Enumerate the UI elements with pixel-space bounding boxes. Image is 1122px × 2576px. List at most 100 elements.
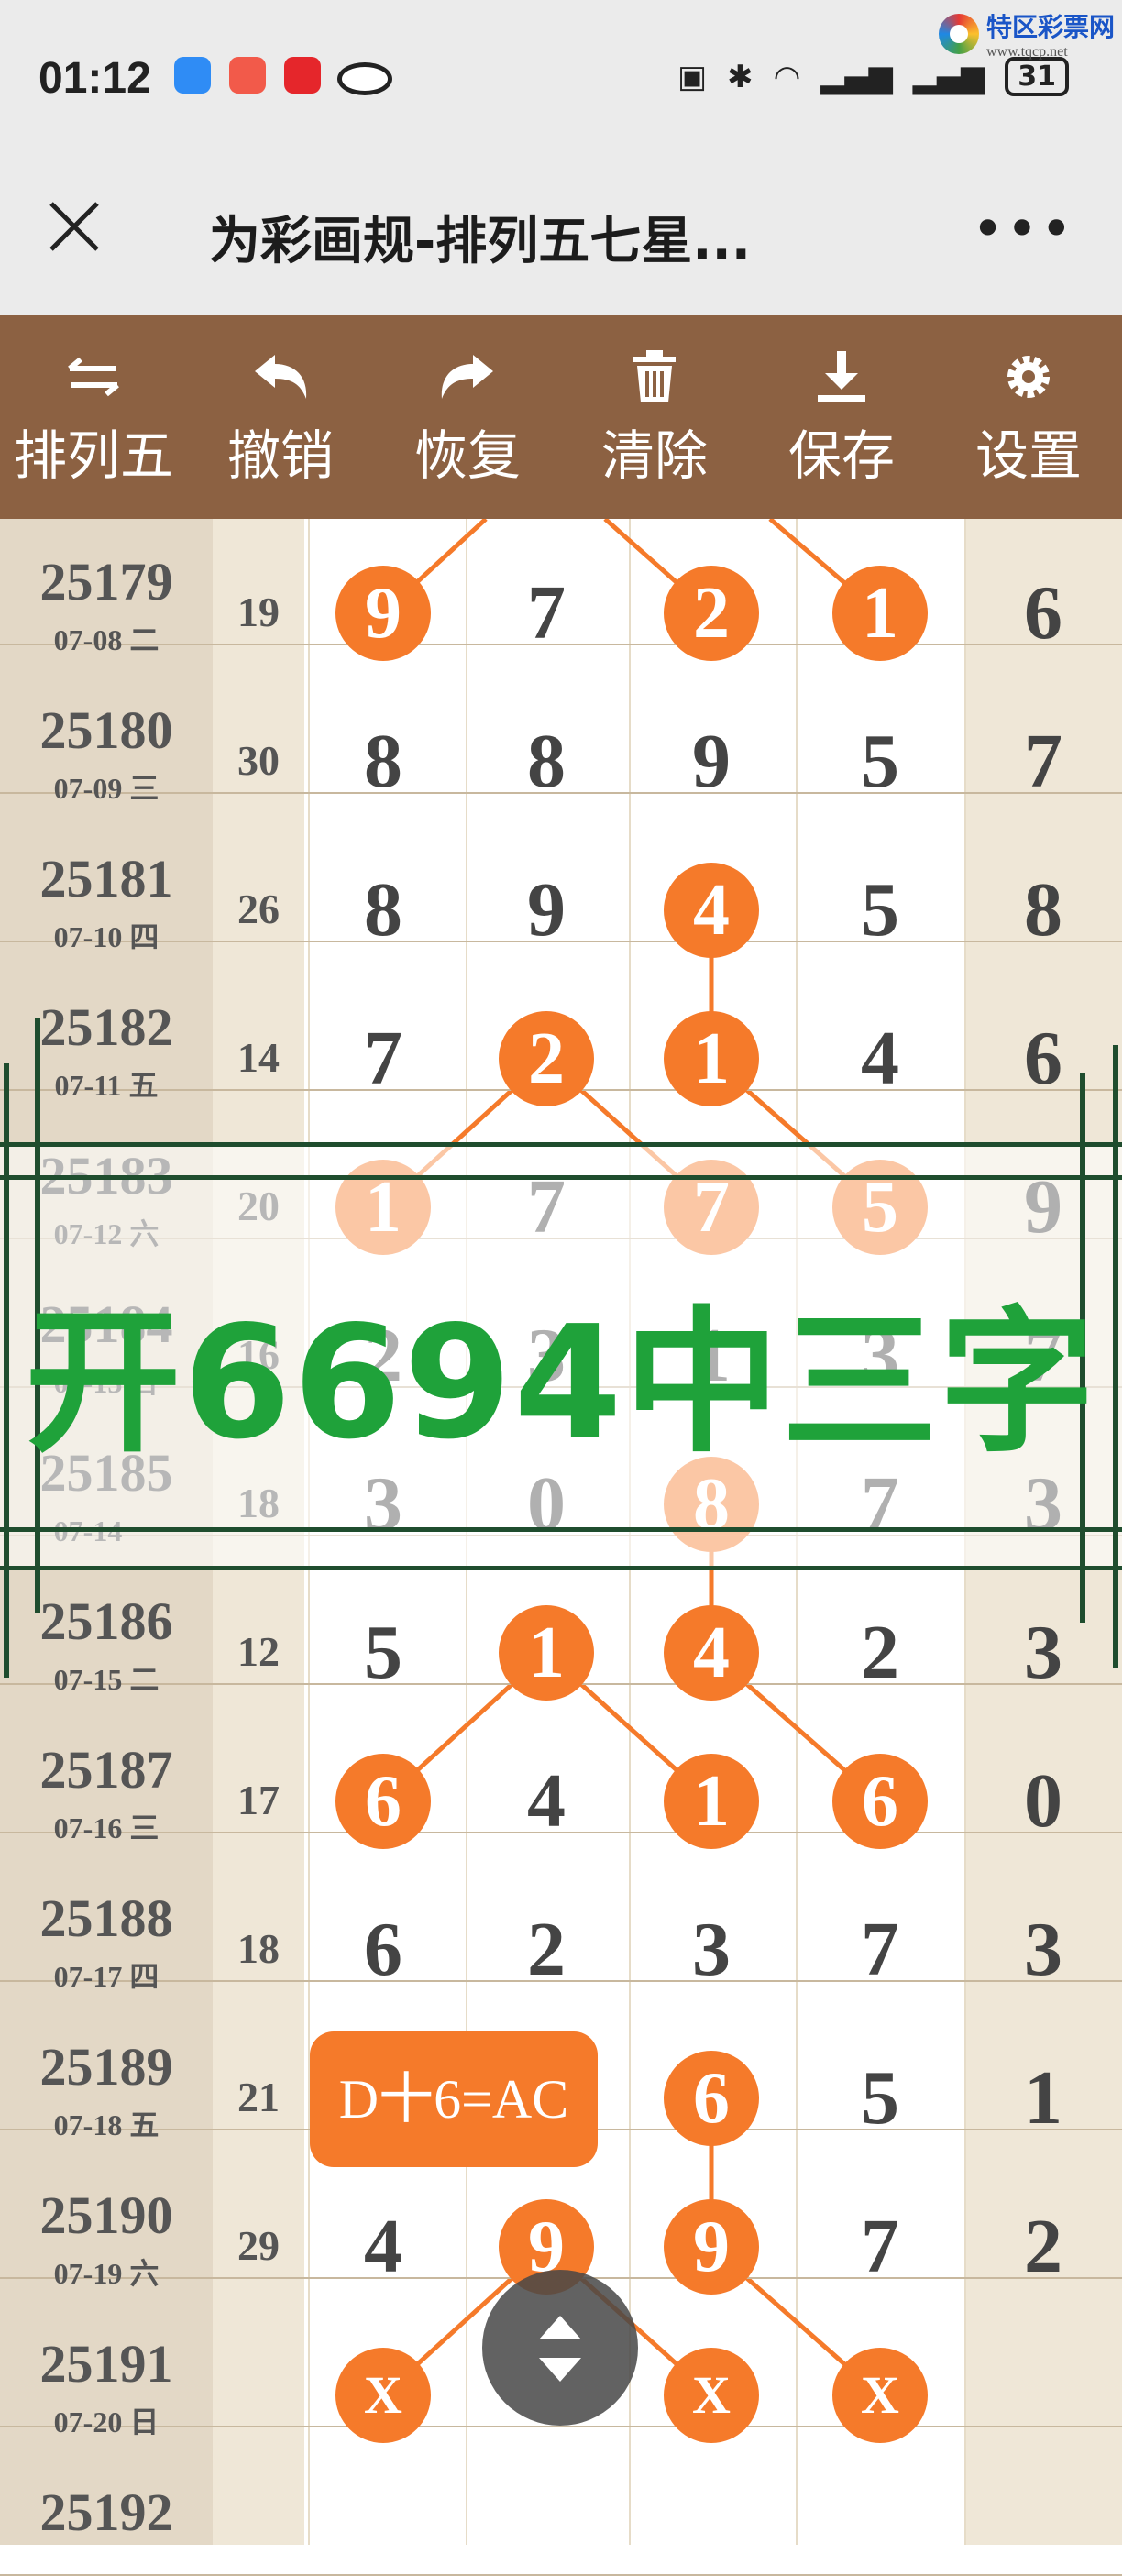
- tool-label: 撤销: [226, 424, 334, 487]
- signal-icon: ▂▄▆: [912, 58, 985, 95]
- watermark-logo-icon: [938, 14, 979, 54]
- digit-cell[interactable]: 6: [993, 563, 1094, 664]
- digit-cell[interactable]: 8: [333, 711, 434, 812]
- digit-cell[interactable]: 4: [333, 2196, 434, 2297]
- overlay-frame: [0, 1142, 1122, 1147]
- download-icon: [818, 351, 865, 402]
- highlight-ball[interactable]: X: [832, 2348, 928, 2443]
- tool-undo[interactable]: 撤销: [187, 315, 374, 519]
- issue-number: 25190: [39, 2185, 173, 2245]
- highlight-ball[interactable]: X: [664, 2348, 759, 2443]
- digit-cell[interactable]: 2: [830, 1602, 930, 1703]
- sum-value: 30: [237, 737, 280, 784]
- issue-date: 07-15 二: [53, 1663, 160, 1696]
- status-icons: ▣ ✱ ◠ ▂▄▆ ▂▄▆ 31: [677, 57, 1069, 96]
- tool-label: 清除: [600, 424, 708, 487]
- digit-cell[interactable]: 8: [993, 860, 1094, 961]
- more-options-icon[interactable]: •••: [972, 202, 1074, 257]
- digit-cell[interactable]: 5: [830, 711, 930, 812]
- sum-value: 29: [237, 2222, 280, 2269]
- tool-label: 恢复: [413, 424, 521, 487]
- formula-badge[interactable]: D十6=AC: [310, 2031, 598, 2167]
- highlight-ball[interactable]: 9: [336, 566, 431, 661]
- highlight-ball[interactable]: 1: [832, 566, 928, 661]
- digit-cell[interactable]: 4: [496, 1751, 597, 1852]
- issue-number: 25182: [39, 997, 173, 1057]
- battery-indicator: 31: [1005, 57, 1069, 96]
- digit-cell[interactable]: 3: [993, 1899, 1094, 2000]
- issue-number: 25181: [39, 849, 173, 908]
- highlight-ball[interactable]: 1: [664, 1754, 759, 1849]
- tool-label: 排列五: [13, 424, 173, 487]
- highlight-ball[interactable]: 4: [664, 1605, 759, 1701]
- digit-cell[interactable]: 2: [496, 1899, 597, 2000]
- issue-date: 07-19 六: [53, 2257, 160, 2290]
- wifi-icon: ◠: [773, 58, 801, 95]
- close-icon[interactable]: [46, 198, 103, 255]
- highlight-ball[interactable]: 6: [664, 2051, 759, 2146]
- scroll-toggle-button[interactable]: [482, 2270, 638, 2426]
- issue-date: 07-18 五: [53, 2108, 160, 2141]
- digit-cell[interactable]: 1: [993, 2048, 1094, 2149]
- highlight-ball[interactable]: 1: [664, 1011, 759, 1106]
- digit-cell[interactable]: 4: [830, 1008, 930, 1109]
- title-bar: 为彩画规-排列五七星... •••: [0, 165, 1122, 315]
- digit-cell[interactable]: 5: [333, 1602, 434, 1703]
- digit-cell[interactable]: 7: [333, 1008, 434, 1109]
- sum-value: 18: [237, 1925, 280, 1972]
- digit-cell[interactable]: 7: [496, 563, 597, 664]
- issue-date: 07-08 二: [53, 623, 160, 656]
- digit-cell[interactable]: 7: [830, 1899, 930, 2000]
- undo-icon: [255, 355, 307, 399]
- issue-date: 07-16 三: [53, 1811, 160, 1844]
- tool-save[interactable]: 保存: [748, 315, 935, 519]
- digit-cell[interactable]: 7: [830, 2196, 930, 2297]
- digit-cell[interactable]: 8: [496, 711, 597, 812]
- digit-cell[interactable]: 9: [661, 711, 762, 812]
- digit-cell[interactable]: 7: [993, 711, 1094, 812]
- status-time: 01:12: [38, 54, 151, 103]
- highlight-ball[interactable]: 9: [664, 2199, 759, 2295]
- highlight-ball[interactable]: 2: [664, 566, 759, 661]
- digit-cell[interactable]: 2: [993, 2196, 1094, 2297]
- issue-number: 25189: [39, 2037, 173, 2097]
- tool-switch-game[interactable]: 排列五: [0, 315, 187, 519]
- highlight-ball[interactable]: 6: [336, 1754, 431, 1849]
- highlight-ball[interactable]: 6: [832, 1754, 928, 1849]
- status-bar: 01:12 ▣ ✱ ◠ ▂▄▆ ▂▄▆ 31 特区彩票网 www.tqcp.ne…: [0, 0, 1122, 165]
- highlight-ball[interactable]: 4: [664, 863, 759, 958]
- issue-number: 25192: [39, 2482, 173, 2542]
- highlight-ball[interactable]: 1: [499, 1605, 594, 1701]
- digit-cell[interactable]: 8: [333, 860, 434, 961]
- gear-icon: [1007, 356, 1050, 398]
- sum-value: 19: [237, 589, 280, 635]
- eye-icon: [337, 62, 392, 95]
- highlight-ball[interactable]: X: [336, 2348, 431, 2443]
- sum-value: 14: [237, 1034, 280, 1081]
- up-down-arrows-icon: [539, 2316, 581, 2382]
- digit-cell[interactable]: 6: [333, 1899, 434, 2000]
- digit-cell[interactable]: 5: [830, 2048, 930, 2149]
- overlay-frame: [0, 1566, 1122, 1570]
- watermark-title: 特区彩票网: [985, 12, 1115, 42]
- overlay-frame: [0, 1527, 1122, 1532]
- tool-settings[interactable]: 设置: [935, 315, 1122, 519]
- issue-number: 25191: [39, 2334, 173, 2394]
- bluetooth-icon: ✱: [727, 58, 754, 95]
- highlight-ball[interactable]: 2: [499, 1011, 594, 1106]
- digit-cell[interactable]: 5: [830, 860, 930, 961]
- digit-cell[interactable]: 3: [661, 1899, 762, 2000]
- redo-icon: [441, 355, 493, 399]
- digit-cell[interactable]: 3: [993, 1602, 1094, 1703]
- sum-value: 21: [237, 2074, 280, 2120]
- digit-cell[interactable]: 6: [993, 1008, 1094, 1109]
- tool-redo[interactable]: 恢复: [374, 315, 561, 519]
- digit-cell[interactable]: 0: [993, 1751, 1094, 1852]
- trash-icon: [633, 350, 676, 402]
- swap-icon: [68, 357, 119, 397]
- digit-cell[interactable]: 9: [496, 860, 597, 961]
- sum-value: 26: [237, 886, 280, 932]
- tool-clear[interactable]: 清除: [561, 315, 748, 519]
- issue-date: 07-10 四: [53, 920, 160, 953]
- issue-number: 25187: [39, 1740, 173, 1800]
